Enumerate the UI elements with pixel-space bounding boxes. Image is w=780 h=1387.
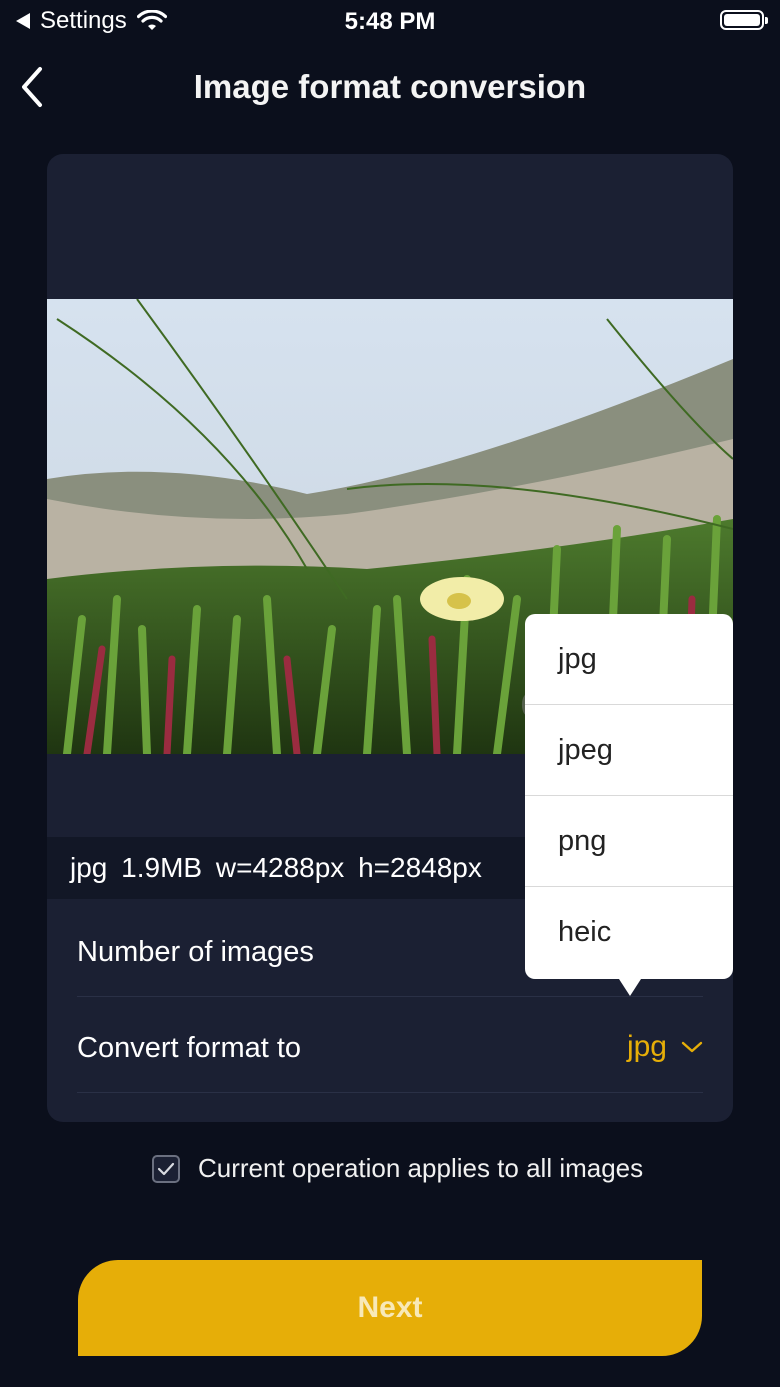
page-title: Image format conversion	[193, 68, 587, 105]
chevron-down-icon	[681, 1041, 703, 1053]
status-time: 5:48 PM	[344, 8, 436, 35]
image-format: jpg	[70, 852, 108, 883]
format-menu: jpg jpeg png heic	[525, 614, 733, 996]
format-dropdown[interactable]: jpg	[627, 1030, 703, 1064]
number-of-images-label: Number of images	[77, 936, 314, 968]
battery-icon	[720, 10, 768, 30]
format-option-jpg[interactable]: jpg	[525, 614, 733, 705]
apply-all-label: Current operation applies to all images	[198, 1153, 644, 1183]
checkmark-icon	[157, 1162, 175, 1175]
next-button-label: Next	[357, 1291, 423, 1324]
convert-format-row[interactable]: Convert format to jpg	[77, 1002, 703, 1093]
selected-format-value: jpg	[626, 1030, 667, 1063]
image-width: w=4288px	[215, 852, 345, 883]
convert-format-label: Convert format to	[77, 1032, 302, 1064]
apply-all-toggle[interactable]: Current operation applies to all images	[152, 1153, 643, 1184]
format-option-png[interactable]: png	[525, 796, 733, 887]
image-info-text: jpg 1.9MB w=4288px h=2848px	[70, 852, 482, 884]
next-button[interactable]: Next	[78, 1260, 702, 1356]
image-size: 1.9MB	[121, 852, 203, 883]
status-bar: Settings 5:48 PM	[0, 0, 780, 44]
apply-all-checkbox[interactable]	[152, 1154, 180, 1183]
format-option-jpeg[interactable]: jpeg	[525, 705, 733, 796]
image-height: h=2848px	[358, 852, 482, 883]
format-option-heic[interactable]: heic	[525, 887, 733, 978]
